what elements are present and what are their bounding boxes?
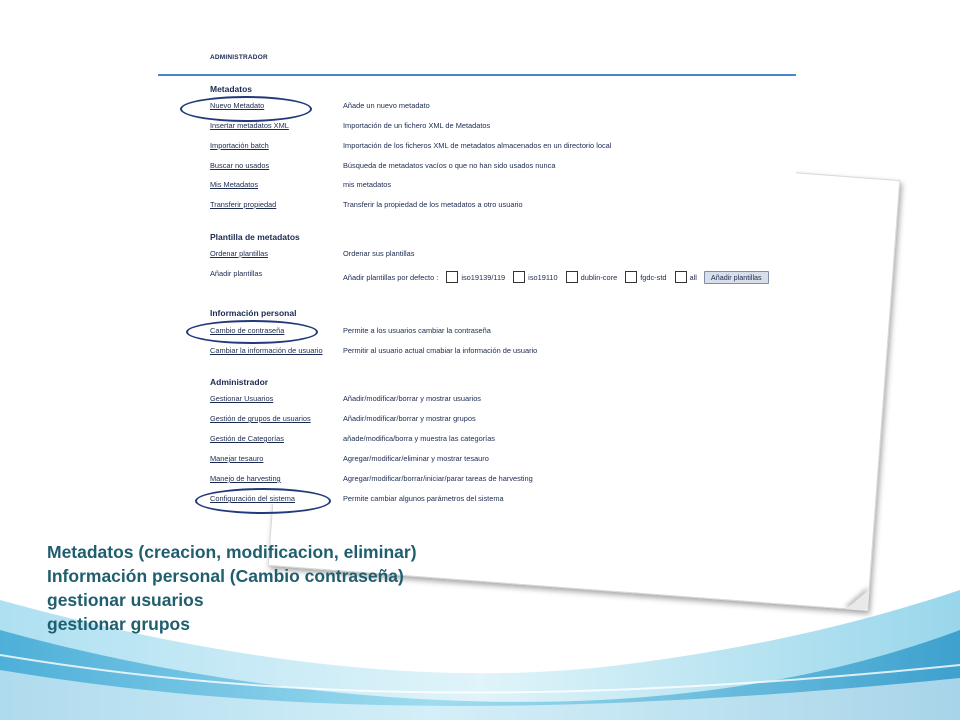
row-gestionar-usuarios: Gestionar Usuarios Añadir/modificar/borr… (210, 394, 796, 408)
link-gestion-categorias[interactable]: Gestión de Categorías (210, 434, 284, 443)
option-iso19139-label: iso19139/119 (461, 272, 506, 282)
bullet-informacion-personal: Información personal (Cambio contraseña) (47, 566, 404, 586)
title-rule (158, 74, 796, 76)
desc-gestion-grupos: Añadir/modificar/borrar y mostrar grupos (343, 414, 476, 423)
bullet-metadatos: Metadatos (creacion, modificacion, elimi… (47, 542, 417, 562)
checkbox-all[interactable] (674, 271, 687, 283)
default-templates-label: Añadir plantillas por defecto : (343, 272, 439, 282)
row-gestion-grupos: Gestión de grupos de usuarios Añadir/mod… (210, 414, 796, 428)
option-fgdc-std-label: fgdc-std (640, 272, 667, 282)
section-administrador-title: Administrador (210, 377, 269, 387)
section-metadatos-title: Metadatos (210, 84, 253, 94)
checkbox-iso19139[interactable] (446, 271, 459, 283)
link-manejar-tesauro[interactable]: Manejar tesauro (210, 454, 263, 463)
desc-insertar-xml: Importación de un fichero XML de Metadat… (343, 121, 491, 130)
summary-bullets: Metadatos (creacion, modificacion, elimi… (47, 540, 417, 636)
bullet-gestionar-grupos: gestionar grupos (47, 614, 190, 634)
section-personal-title: Información personal (210, 308, 297, 318)
option-dublin-core-label: dublin-core (580, 272, 618, 282)
desc-importacion-batch: Importación de los ficheros XML de metad… (343, 141, 612, 150)
desc-transferir-propiedad: Transferir la propiedad de los metadatos… (343, 200, 523, 209)
label-anadir-plantillas: Añadir plantillas (210, 269, 263, 278)
link-importacion-batch[interactable]: Importación batch (210, 141, 269, 150)
desc-ordenar-plantillas: Ordenar sus plantillas (343, 249, 415, 258)
desc-nuevo-metadato: Añade un nuevo metadato (343, 101, 430, 110)
row-manejar-tesauro: Manejar tesauro Agregar/modificar/elimin… (210, 454, 796, 468)
template-options: Añadir plantillas por defecto : iso19139… (343, 269, 769, 285)
option-all-label: all (689, 272, 697, 282)
row-manejo-harvesting: Manejo de harvesting Agregar/modificar/b… (210, 474, 796, 488)
paper-curl (845, 587, 870, 611)
highlight-oval-cambio-contrasena (186, 320, 318, 344)
row-cambiar-info-usuario: Cambiar la información de usuario Permit… (210, 346, 796, 360)
panel-title: ADMINISTRADOR (210, 54, 268, 61)
desc-cambio-contrasena: Permite a los usuarios cambiar la contra… (343, 326, 491, 335)
desc-gestion-categorias: añade/modifica/borra y muestra las categ… (343, 434, 495, 443)
add-templates-button[interactable]: Añadir plantillas (703, 270, 769, 284)
option-iso19110-label: iso19110 (528, 272, 558, 282)
row-importacion-batch: Importación batch Importación de los fic… (210, 141, 796, 155)
desc-buscar-no-usados: Búsqueda de metadatos vacíos o que no ha… (343, 161, 556, 170)
checkbox-fgdc-std[interactable] (625, 271, 638, 283)
section-plantilla-title: Plantilla de metadatos (210, 232, 300, 242)
link-ordenar-plantillas[interactable]: Ordenar plantillas (210, 249, 268, 258)
highlight-oval-nuevo-metadato (180, 96, 312, 122)
desc-configuracion-sistema: Permite cambiar algunos parámetros del s… (343, 494, 504, 503)
highlight-oval-configuracion-sistema (195, 488, 331, 514)
link-gestionar-usuarios[interactable]: Gestionar Usuarios (210, 394, 273, 403)
link-mis-metadatos[interactable]: Mis Metadatos (210, 180, 258, 189)
checkbox-dublin-core[interactable] (565, 271, 578, 283)
link-gestion-grupos[interactable]: Gestión de grupos de usuarios (210, 414, 311, 423)
link-cambiar-info-usuario[interactable]: Cambiar la información de usuario (210, 346, 323, 355)
row-mis-metadatos: Mis Metadatos mis metadatos (210, 180, 796, 194)
desc-mis-metadatos: mis metadatos (343, 180, 392, 189)
row-insertar-xml: Insertar metadatos XML Importación de un… (210, 121, 796, 135)
row-transferir-propiedad: Transferir propiedad Transferir la propi… (210, 200, 796, 214)
link-transferir-propiedad[interactable]: Transferir propiedad (210, 200, 276, 209)
bullet-gestionar-usuarios: gestionar usuarios (47, 590, 204, 610)
row-gestion-categorias: Gestión de Categorías añade/modifica/bor… (210, 434, 796, 448)
row-buscar-no-usados: Buscar no usados Búsqueda de metadatos v… (210, 161, 796, 175)
row-ordenar-plantillas: Ordenar plantillas Ordenar sus plantilla… (210, 249, 796, 263)
desc-cambiar-info-usuario: Permitir al usuario actual cmabiar la in… (343, 346, 538, 355)
desc-manejar-tesauro: Agregar/modificar/eliminar y mostrar tes… (343, 454, 489, 463)
desc-manejo-harvesting: Agregar/modificar/borrar/iniciar/parar t… (343, 474, 533, 483)
checkbox-iso19110[interactable] (513, 271, 526, 283)
link-buscar-no-usados[interactable]: Buscar no usados (210, 161, 269, 170)
link-insertar-xml[interactable]: Insertar metadatos XML (210, 121, 289, 130)
link-manejo-harvesting[interactable]: Manejo de harvesting (210, 474, 281, 483)
desc-gestionar-usuarios: Añadir/modificar/borrar y mostrar usuari… (343, 394, 482, 403)
